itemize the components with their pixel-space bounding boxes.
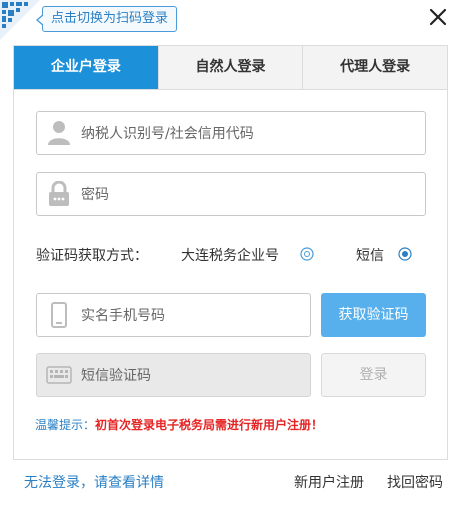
close-icon[interactable] [428, 7, 448, 27]
phone-field[interactable]: 实名手机号码 [36, 293, 311, 337]
keyboard-icon [37, 354, 81, 396]
taxpayer-id-field[interactable]: 纳税人识别号/社会信用代码 [36, 111, 426, 155]
verify-method-label: 验证码获取方式： [36, 248, 148, 264]
sms-code-placeholder: 短信验证码 [81, 368, 151, 384]
qr-switch-tooltip[interactable]: 点击切换为扫码登录 [35, 6, 178, 32]
taxpayer-id-placeholder: 纳税人识别号/社会信用代码 [81, 126, 254, 142]
phone-icon [37, 294, 81, 336]
phone-placeholder: 实名手机号码 [81, 308, 165, 324]
recover-password-link[interactable]: 找回密码 [387, 472, 443, 492]
lock-icon [37, 173, 81, 215]
login-tabs: 企业户登录 自然人登录 代理人登录 [14, 46, 448, 90]
radio-enterprise-account[interactable] [300, 247, 314, 261]
tab-agent[interactable]: 代理人登录 [302, 46, 448, 89]
get-code-button[interactable]: 获取验证码 [321, 293, 426, 337]
password-field[interactable]: 密码 [36, 172, 426, 216]
notice-message: 初首次登录电子税务局需进行新用户注册！ [95, 418, 324, 432]
verify-option-enterprise-label: 大连税务企业号 [181, 248, 279, 264]
password-placeholder: 密码 [81, 187, 109, 203]
verify-option-sms-label: 短信 [356, 248, 384, 264]
user-icon [37, 112, 81, 154]
login-panel: 企业户登录 自然人登录 代理人登录 纳税人识别号/社会信用代码 密码 验证码获取… [13, 45, 448, 460]
notice: 温馨提示：初首次登录电子税务局需进行新用户注册！ [35, 416, 323, 433]
tab-enterprise[interactable]: 企业户登录 [14, 46, 158, 89]
cannot-login-link[interactable]: 无法登录，请查看详情 [24, 472, 164, 492]
qr-switch-label: 点击切换为扫码登录 [51, 11, 169, 26]
login-button[interactable]: 登录 [321, 353, 426, 397]
notice-key: 温馨提示： [35, 418, 96, 432]
tab-natural-person[interactable]: 自然人登录 [157, 46, 303, 89]
radio-sms[interactable] [398, 247, 412, 261]
qr-code-icon[interactable] [0, 0, 40, 40]
register-link[interactable]: 新用户注册 [294, 472, 364, 492]
sms-code-field[interactable]: 短信验证码 [36, 353, 311, 397]
